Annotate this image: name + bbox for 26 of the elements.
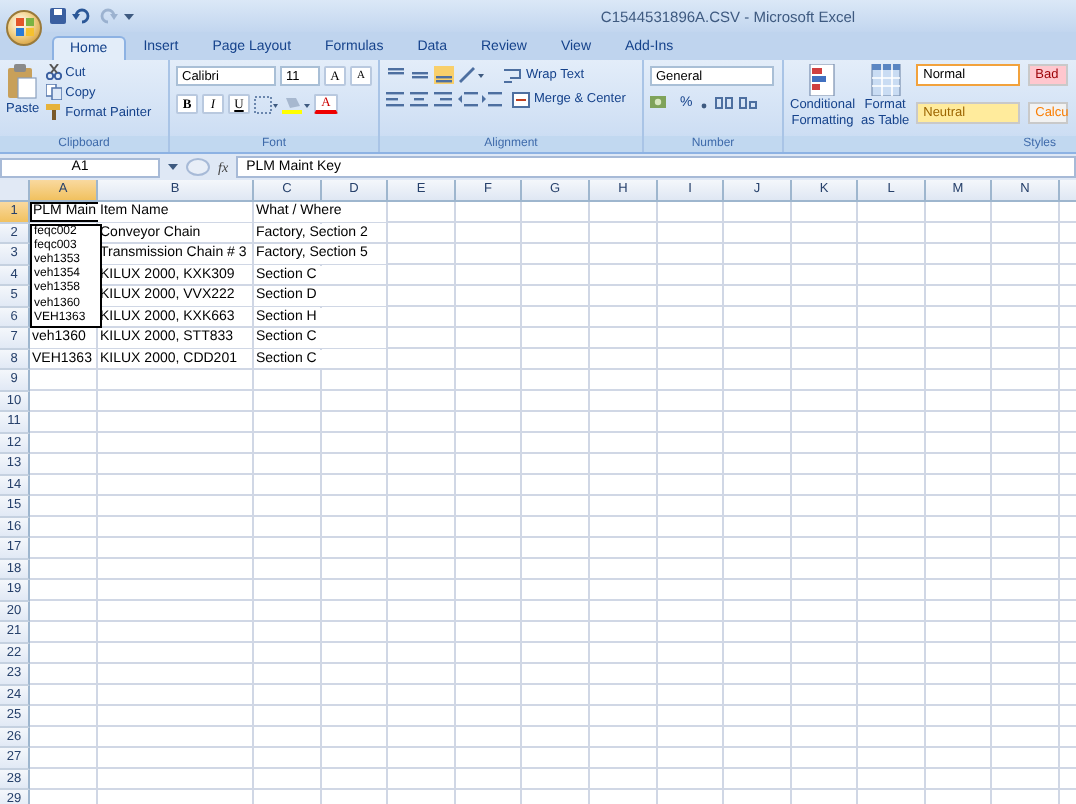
increase-indent-icon[interactable] — [482, 90, 502, 108]
scissors-icon — [45, 64, 62, 80]
clipboard-icon — [6, 64, 39, 100]
orientation-icon[interactable] — [458, 66, 486, 84]
save-icon[interactable] — [50, 8, 66, 24]
align-middle-icon[interactable] — [410, 66, 430, 84]
caret-icon[interactable] — [168, 161, 178, 173]
align-center-icon[interactable] — [410, 90, 430, 108]
align-right-icon[interactable] — [434, 90, 454, 108]
borders-icon[interactable] — [254, 95, 278, 113]
logo-icon — [15, 18, 33, 36]
align-left-icon[interactable] — [386, 90, 406, 108]
merge-icon — [512, 91, 530, 107]
align-bottom-icon[interactable] — [434, 66, 454, 84]
undo-icon[interactable] — [72, 8, 92, 24]
table-icon — [806, 64, 839, 96]
increase-decimal-icon[interactable] — [714, 94, 735, 112]
table-icon — [869, 64, 902, 96]
office-button[interactable] — [6, 9, 42, 45]
wrap-icon — [504, 67, 522, 83]
decrease-decimal-icon[interactable] — [738, 94, 759, 112]
brush-icon — [45, 104, 62, 120]
copy-icon — [45, 84, 62, 100]
decrease-indent-icon[interactable] — [458, 90, 478, 108]
caret-icon[interactable] — [124, 8, 134, 24]
fill-color-icon[interactable] — [282, 95, 310, 113]
